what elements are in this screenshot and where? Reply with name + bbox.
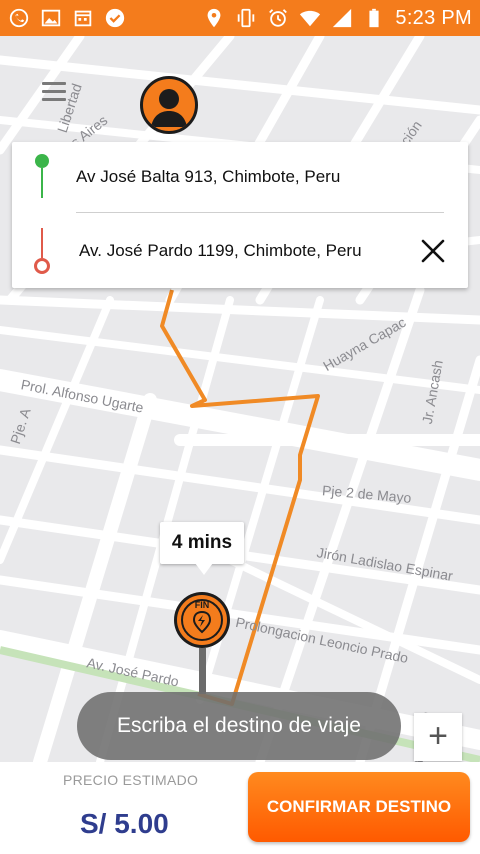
location-icon	[207, 8, 221, 28]
eta-bubble-tail	[195, 563, 213, 575]
price-value: S/ 5.00	[80, 808, 169, 839]
bottom-bar: PRECIO ESTIMADO S/ 5.00 CONFIRMAR DESTIN…	[0, 762, 480, 854]
route-divider	[76, 212, 444, 213]
status-bar: 5:23 PM	[0, 0, 480, 36]
menu-button[interactable]	[42, 82, 66, 104]
marker-stick	[199, 648, 206, 694]
origin-address: Av José Balta 913, Chimbote, Peru	[76, 167, 341, 186]
whatsapp-icon	[9, 8, 29, 28]
battery-icon	[369, 8, 379, 28]
eta-bubble: 4 mins	[160, 522, 244, 564]
toast-message: Escriba el destino de viaje	[77, 692, 401, 760]
calendar-icon	[74, 10, 92, 27]
price-label: PRECIO ESTIMADO	[63, 772, 199, 788]
wifi-icon	[300, 10, 321, 27]
signal-icon	[333, 8, 352, 28]
eta-label: 4 mins	[171, 532, 233, 553]
status-time: 5:23 PM	[395, 6, 472, 29]
check-circle-icon	[105, 8, 125, 28]
fin-label: FIN	[195, 600, 210, 610]
confirm-destination-button[interactable]: CONFIRMAR DESTINO	[248, 772, 470, 842]
gallery-icon	[41, 9, 61, 27]
vibrate-icon	[238, 8, 255, 28]
destination-address: Av. José Pardo 1199, Chimbote, Peru	[79, 241, 362, 260]
origin-row[interactable]: Av José Balta 913, Chimbote, Peru	[12, 142, 468, 212]
zoom-in-button[interactable]: +	[414, 713, 462, 761]
alarm-icon	[269, 9, 288, 27]
plus-icon: +	[428, 716, 448, 755]
close-icon[interactable]	[420, 238, 446, 264]
destination-row[interactable]: Av. José Pardo 1199, Chimbote, Peru	[12, 216, 468, 286]
avatar[interactable]	[140, 76, 198, 134]
person-icon	[151, 89, 187, 127]
destination-marker[interactable]: FIN	[172, 590, 232, 650]
confirm-button-label: CONFIRMAR DESTINO	[266, 797, 452, 816]
toast-text: Escriba el destino de viaje	[117, 714, 361, 737]
route-card: Av José Balta 913, Chimbote, Peru Av. Jo…	[12, 142, 468, 288]
